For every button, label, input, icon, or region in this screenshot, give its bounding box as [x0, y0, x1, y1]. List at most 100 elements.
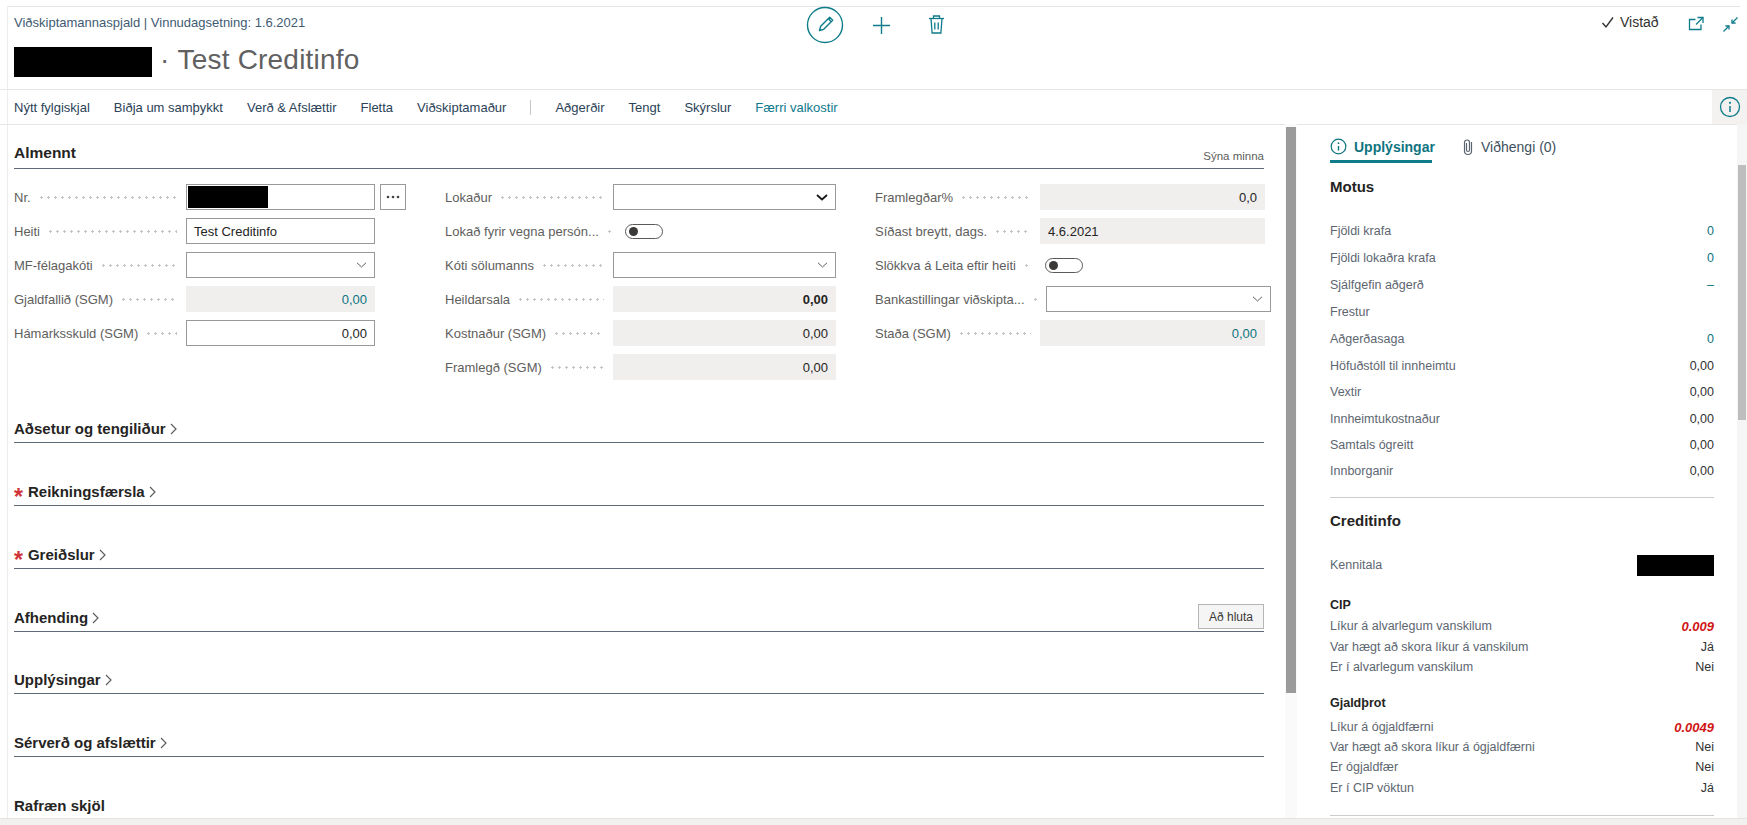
factbox-value: 0.0049 — [1674, 720, 1714, 735]
factbox-label: Líkur á ógjaldfærni — [1330, 720, 1434, 734]
chevron-down-icon — [816, 194, 828, 201]
fasttab-reikningsfaersla[interactable]: * Reikningsfærsla — [14, 478, 1264, 506]
title-text: Test Creditinfo — [178, 44, 360, 75]
tab-vidhengi[interactable]: Viðhengi (0) — [1462, 138, 1556, 156]
stada-value[interactable]: 0,00 — [1232, 326, 1257, 341]
factbox-label: Er í CIP vöktun — [1330, 781, 1414, 795]
factbox-value: 0,00 — [1690, 412, 1714, 426]
menu-item-nytt-fylgiskjal[interactable]: Nýtt fylgiskjal — [14, 100, 90, 115]
saved-label: Vistað — [1620, 14, 1659, 30]
koti-solumanns-combobox[interactable] — [613, 252, 836, 278]
factbox-value: 0,00 — [1690, 438, 1714, 452]
required-asterisk: * — [14, 555, 23, 565]
sidast-breytt-field: 4.6.2021 — [1040, 218, 1265, 244]
adhluta-badge[interactable]: Að hluta — [1198, 604, 1264, 629]
factbox-label: Frestur — [1330, 305, 1370, 319]
fasttab-label: Aðsetur og tengiliður — [14, 420, 166, 437]
menu-item-vidskiptamadur[interactable]: Viðskiptamaður — [417, 100, 506, 115]
collapse-icon[interactable] — [1722, 16, 1739, 37]
fasttab-afhending[interactable]: Afhending Að hluta — [14, 604, 1264, 632]
main-scrollbar-thumb[interactable] — [1286, 127, 1296, 693]
heildarsala-value[interactable]: 0,00 — [803, 292, 828, 307]
dotted-leader — [517, 298, 604, 301]
breadcrumb[interactable]: Viðskiptamannaspjald | Vinnudagsetning: … — [14, 15, 305, 30]
new-button[interactable] — [871, 15, 892, 40]
show-less-link[interactable]: Sýna minna — [1114, 150, 1264, 162]
dotted-leader — [553, 332, 604, 335]
delete-button[interactable] — [928, 14, 945, 39]
dotted-leader — [120, 298, 177, 301]
hamarksskuld-input[interactable]: 0,00 — [186, 320, 375, 346]
factbox-label: Samtals ógreitt — [1330, 438, 1413, 452]
field-label-framlegd: Framlegð (SGM) — [445, 360, 542, 375]
factbox-value[interactable]: 0 — [1707, 251, 1714, 265]
menu-item-tengt[interactable]: Tengt — [629, 100, 661, 115]
tab-upplysingar[interactable]: Upplýsingar — [1330, 138, 1435, 155]
dotted-leader — [145, 332, 177, 335]
field-label-hamarksskuld: Hámarksskuld (SGM) — [14, 326, 138, 341]
heiti-value: Test Creditinfo — [194, 224, 277, 239]
required-asterisk: * — [14, 492, 23, 502]
factbox-value: Já — [1701, 640, 1714, 654]
popout-icon[interactable] — [1688, 16, 1705, 35]
edit-button[interactable] — [806, 6, 844, 44]
mf-felagakoti-combobox[interactable] — [186, 252, 375, 278]
field-label-mf-felagakoti: MF-félagakóti — [14, 258, 93, 273]
paperclip-icon — [1462, 138, 1474, 156]
factbox-label: Höfuðstóll til innheimtu — [1330, 359, 1456, 373]
fasttab-almennt-header[interactable]: Almennt — [14, 144, 76, 162]
lokad-fyrir-toggle[interactable] — [625, 224, 663, 239]
framlegd-value: 0,00 — [803, 360, 828, 375]
framlegdar-pct-field: 0,0 — [1040, 184, 1265, 210]
field-label-kostnadur: Kostnaður (SGM) — [445, 326, 546, 341]
factbox-scrollbar-track[interactable] — [1737, 124, 1747, 818]
menu-item-skyrslur[interactable]: Skýrslur — [684, 100, 731, 115]
factbox-value[interactable]: – — [1707, 278, 1714, 292]
factbox-value[interactable]: 0 — [1707, 224, 1714, 238]
menu-item-bidja-um-samthykkt[interactable]: Biðja um samþykkt — [114, 100, 223, 115]
lokadur-select[interactable] — [613, 184, 836, 210]
fasttab-label: Reikningsfærsla — [28, 483, 145, 500]
menu-item-fletta[interactable]: Fletta — [361, 100, 394, 115]
menu-item-faerri-valkostir[interactable]: Færri valkostir — [755, 100, 837, 115]
factbox-value: Nei — [1695, 740, 1714, 754]
fasttab-rafraen-skjol[interactable]: Rafræn skjöl — [14, 792, 1264, 820]
fasttab-label: Upplýsingar — [14, 671, 101, 688]
plus-icon — [871, 15, 892, 36]
check-icon — [1601, 16, 1615, 29]
dotted-leader — [47, 230, 177, 233]
nr-lookup-button[interactable] — [380, 184, 406, 210]
factbox-label: Fjöldi lokaðra krafa — [1330, 251, 1436, 265]
factbox-value[interactable]: 0 — [1707, 332, 1714, 346]
factbox-scrollbar-thumb[interactable] — [1738, 165, 1746, 420]
slokkva-leita-toggle[interactable] — [1045, 258, 1083, 273]
fasttab-label: Sérverð og afslættir — [14, 734, 156, 751]
fasttab-label: Greiðslur — [28, 546, 95, 563]
fasttab-serverd-og-afslaettir[interactable]: Sérverð og afslættir — [14, 729, 1264, 757]
factbox-subgroup-gjaldthrot: Gjaldþrot — [1330, 696, 1386, 710]
fasttab-adsetur-og-tengilidur[interactable]: Aðsetur og tengiliður — [14, 415, 1264, 443]
sidast-breytt-value: 4.6.2021 — [1048, 224, 1099, 239]
factbox-value: Nei — [1695, 660, 1714, 674]
dotted-leader — [606, 230, 611, 233]
menu-item-adgerdir[interactable]: Aðgerðir — [555, 100, 604, 115]
fasttab-upplysingar[interactable]: Upplýsingar — [14, 666, 1264, 694]
redacted-customer-number — [14, 47, 152, 77]
window-top-border — [7, 6, 1740, 7]
kostnadur-value: 0,00 — [803, 326, 828, 341]
factbox-label: Fjöldi krafa — [1330, 224, 1391, 238]
gjaldfallid-value[interactable]: 0,00 — [342, 292, 367, 307]
page-title: · Test Creditinfo — [160, 44, 359, 76]
menu-item-verd-afslaettir[interactable]: Verð & Afslættir — [247, 100, 337, 115]
chevron-right-icon — [92, 612, 99, 624]
chevron-down-icon — [1252, 296, 1263, 302]
heiti-input[interactable]: Test Creditinfo — [186, 218, 375, 244]
bankastillingar-combobox[interactable] — [1046, 286, 1271, 312]
field-label-nr: Nr. — [14, 190, 31, 205]
factbox-toggle-button[interactable] — [1712, 90, 1747, 124]
fasttab-greidslur[interactable]: * Greiðslur — [14, 541, 1264, 569]
nr-input[interactable] — [186, 184, 375, 210]
almennt-underline — [14, 168, 1264, 169]
main-scrollbar-track[interactable] — [1285, 124, 1297, 818]
factbox-label: Kennitala — [1330, 558, 1382, 572]
